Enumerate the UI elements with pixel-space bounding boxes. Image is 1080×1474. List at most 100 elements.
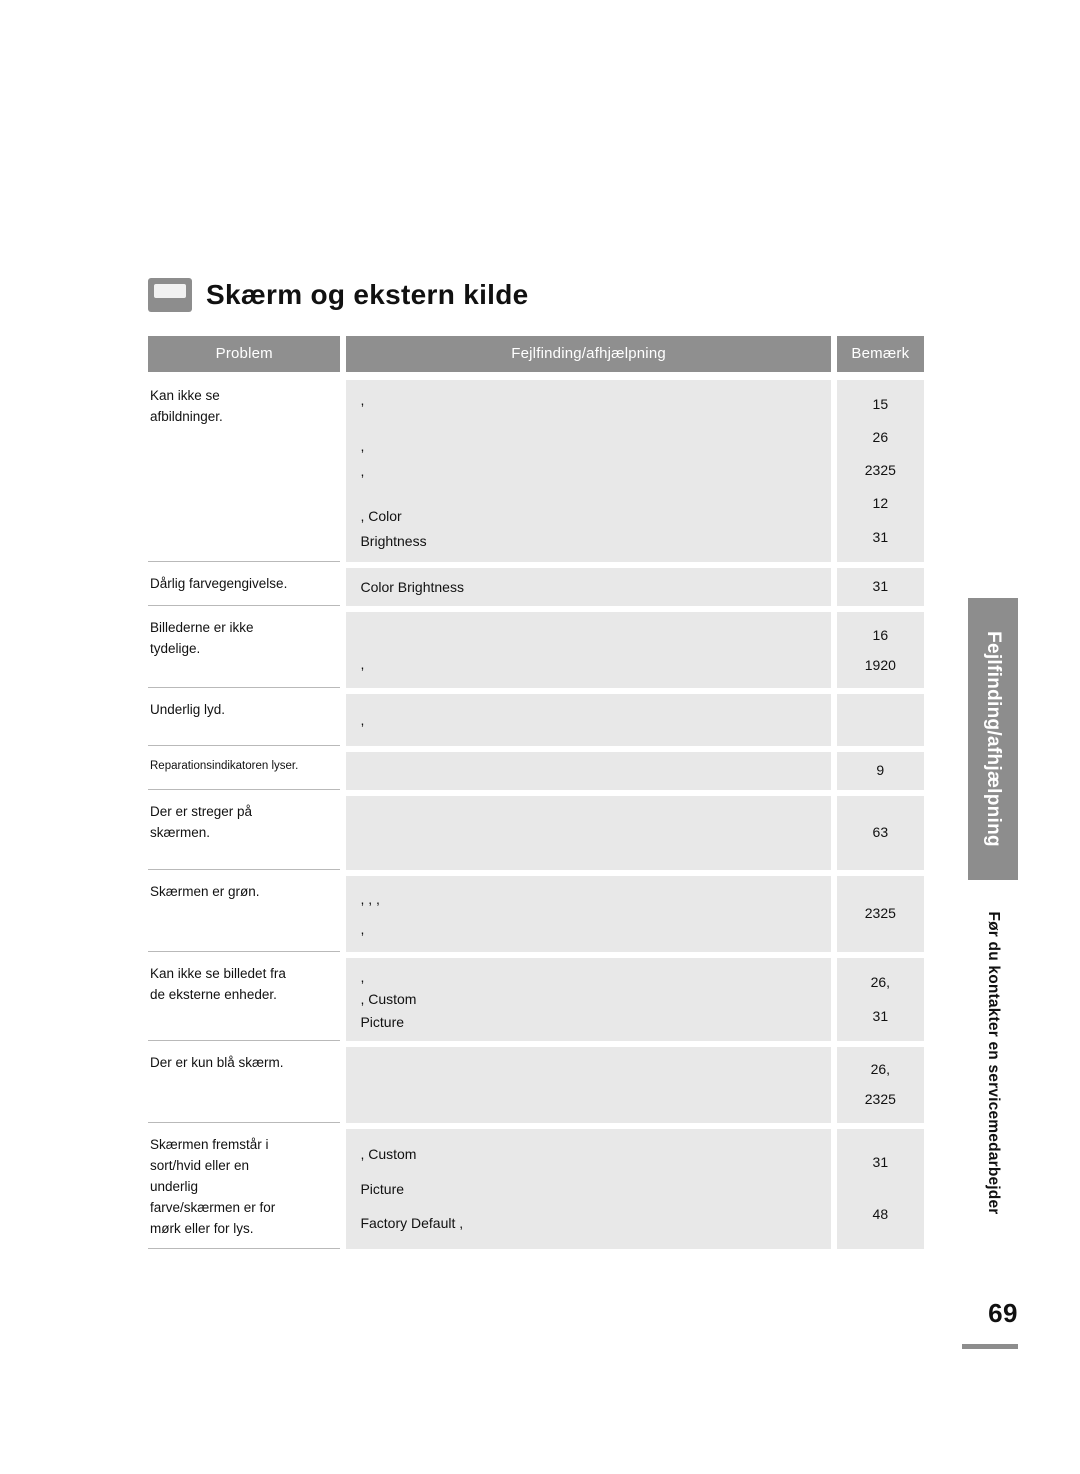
- solution-line: ,: [360, 462, 365, 479]
- problem-line: Skærmen fremstår i: [150, 1137, 269, 1153]
- solution-line: Brightness: [360, 533, 427, 550]
- problem-line: Billederne er ikke: [150, 620, 254, 636]
- cell-solution: ,: [346, 694, 831, 747]
- problem-line: Skærmen er grøn.: [150, 884, 260, 900]
- problem-line: Der er kun blå skærm.: [150, 1055, 284, 1071]
- solution-line: Factory Default ,: [360, 1215, 464, 1232]
- problem-line: skærmen.: [150, 825, 211, 840]
- problem-line: de eksterne enheder.: [150, 987, 277, 1002]
- cell-solution: , , , ,: [346, 876, 831, 953]
- note-line: 16: [872, 626, 889, 643]
- table-row: Der er kun blå skærm. 26, 2325: [148, 1047, 924, 1124]
- cell-solution: , , , , Color Brightness: [346, 380, 831, 562]
- table-row: Skærmen fremstår i sort/hvid eller en un…: [148, 1129, 924, 1249]
- solution-line: Color Brightness: [360, 579, 464, 595]
- page-number: 69: [988, 1298, 1018, 1328]
- table-row: Underlig lyd. ,: [148, 694, 924, 747]
- footer-rule: [962, 1344, 1018, 1349]
- table-row: Billederne er ikke tydelige. , 16 1920: [148, 612, 924, 689]
- solution-line: , Color: [360, 508, 402, 525]
- solution-line: Picture: [360, 1013, 405, 1030]
- table-row: Kan ikke se afbildninger. , , , , Color …: [148, 380, 924, 562]
- note-line: 2325: [864, 905, 896, 922]
- solution-line: ,: [360, 656, 365, 673]
- solution-line: ,: [360, 920, 365, 937]
- cell-note: 15 26 2325 12 31: [836, 380, 924, 562]
- cell-note: 26, 2325: [836, 1047, 924, 1124]
- cell-problem: Der er streger på skærmen.: [148, 796, 341, 871]
- column-header-solution: Fejlfinding/afhjælpning: [346, 336, 831, 372]
- cell-problem: Underlig lyd.: [148, 694, 341, 747]
- cell-problem: Reparationsindikatoren lyser.: [148, 752, 341, 791]
- table-row: Reparationsindikatoren lyser. 9: [148, 752, 924, 791]
- problem-line: sort/hvid eller en: [150, 1158, 250, 1174]
- table-row: Der er streger på skærmen. 63: [148, 796, 924, 871]
- note-line: 1920: [864, 656, 896, 673]
- side-tab-service: Før du kontakter en servicemedarbejder: [968, 880, 1018, 1246]
- cell-solution: ,: [346, 612, 831, 689]
- note-line: 15: [872, 395, 889, 412]
- problem-line: underlig: [150, 1179, 199, 1195]
- solution-line: , , ,: [360, 890, 380, 907]
- table-row: Dårlig farvegengivelse. Color Brightness…: [148, 568, 924, 607]
- note-line: 26,: [870, 1061, 891, 1078]
- cell-note: 2325: [836, 876, 924, 953]
- problem-line: Underlig lyd.: [150, 702, 226, 718]
- troubleshooting-table: Problem Fejlfinding/afhjælpning Bemærk K…: [148, 336, 924, 1255]
- table-header-row: Problem Fejlfinding/afhjælpning Bemærk: [148, 336, 924, 372]
- page-title-text: Skærm og ekstern kilde: [206, 279, 529, 310]
- cell-problem: Skærmen fremstår i sort/hvid eller en un…: [148, 1129, 341, 1249]
- cell-solution: [346, 796, 831, 871]
- problem-line: Der er streger på: [150, 804, 253, 820]
- column-header-note: Bemærk: [836, 336, 924, 372]
- solution-line: , Custom: [360, 991, 417, 1008]
- cell-note: 31 48: [836, 1129, 924, 1249]
- screen-icon: [148, 278, 192, 312]
- side-tab-troubleshooting: Fejlfinding/afhjælpning: [968, 598, 1018, 880]
- problem-line: Kan ikke se: [150, 388, 220, 403]
- solution-line: ,: [360, 969, 365, 986]
- solution-line: [360, 625, 816, 643]
- cell-solution: [346, 1047, 831, 1124]
- solution-line: Picture: [360, 1180, 405, 1197]
- side-tab-troubleshooting-label: Fejlfinding/afhjælpning: [983, 631, 1004, 847]
- cell-note: 9: [836, 752, 924, 791]
- cell-problem: Kan ikke se afbildninger.: [148, 380, 341, 562]
- side-tab-service-label: Før du kontakter en servicemedarbejder: [985, 911, 1002, 1215]
- cell-solution: , , Custom Picture: [346, 958, 831, 1042]
- problem-line: mørk eller for lys.: [150, 1220, 254, 1236]
- column-header-problem: Problem: [148, 336, 341, 372]
- solution-line: ,: [360, 712, 365, 729]
- cell-solution: [346, 752, 831, 791]
- note-line: 9: [876, 762, 885, 779]
- solution-line: [360, 485, 816, 503]
- cell-solution: , Custom Picture Factory Default ,: [346, 1129, 831, 1249]
- problem-line: Reparationsindikatoren lyser.: [150, 760, 299, 773]
- cell-problem: Dårlig farvegengivelse.: [148, 568, 341, 607]
- note-line: 63: [872, 824, 889, 841]
- problem-line: Kan ikke se billedet fra: [150, 966, 286, 982]
- note-line: 31: [872, 1154, 889, 1171]
- solution-line: [360, 824, 816, 842]
- cell-note: 26, 31: [836, 958, 924, 1042]
- note-line: 12: [872, 495, 889, 512]
- cell-note: [836, 694, 924, 747]
- problem-line: tydelige.: [150, 641, 201, 657]
- note-line: 48: [872, 1206, 889, 1223]
- table-row: Kan ikke se billedet fra de eksterne enh…: [148, 958, 924, 1042]
- problem-line: afbildninger.: [150, 408, 223, 424]
- page-title: Skærm og ekstern kilde: [148, 278, 529, 312]
- solution-line: [360, 1076, 816, 1094]
- cell-problem: Billederne er ikke tydelige.: [148, 612, 341, 689]
- note-line: 31: [872, 1007, 889, 1024]
- note-line: 2325: [864, 462, 896, 479]
- solution-line: [360, 762, 816, 780]
- solution-line: ,: [360, 392, 365, 409]
- cell-problem: Skærmen er grøn.: [148, 876, 341, 953]
- note-line: 26: [872, 428, 889, 445]
- problem-line: farve/skærmen er for: [150, 1200, 276, 1216]
- cell-note: 16 1920: [836, 612, 924, 689]
- problem-line: Dårlig farvegengivelse.: [150, 576, 288, 591]
- solution-line: [360, 414, 816, 432]
- solution-line: ,: [360, 437, 365, 454]
